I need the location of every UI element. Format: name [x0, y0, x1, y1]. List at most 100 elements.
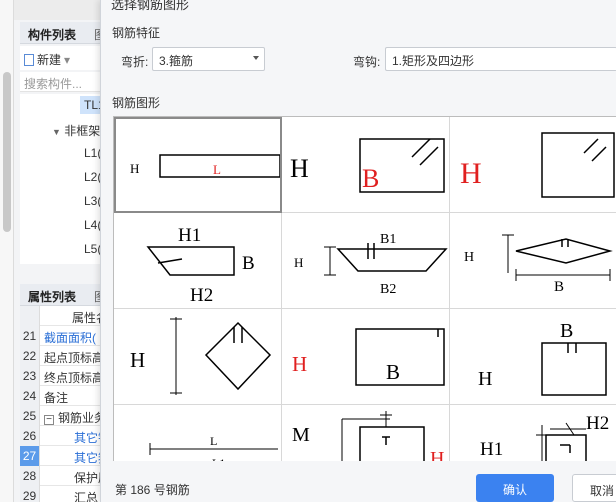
table-row[interactable]: 29 汇总 [20, 486, 100, 502]
shape-cell-trapezoid-a[interactable]: H1 B H2 [114, 213, 282, 309]
rebar-features-label: 钢筋特征 [112, 26, 161, 40]
row-number: 26 [20, 426, 40, 446]
label-h1: H1 [480, 439, 503, 460]
label-h: H [130, 348, 145, 372]
property-name: 其它箍 [74, 451, 100, 465]
table-row[interactable]: 24 备注 [20, 386, 100, 406]
component-list-header: 构件列表 图 [20, 22, 100, 44]
property-name: 其它钢 [74, 431, 100, 445]
shape-cell-rect-m[interactable]: M H [282, 405, 450, 461]
hook-select[interactable]: 1.矩形及四边形 [385, 47, 616, 71]
table-row[interactable]: 25−钢筋业务 [20, 406, 100, 426]
collapse-icon[interactable]: − [44, 415, 54, 425]
label-h: H [292, 352, 307, 376]
label-b1: B1 [380, 232, 396, 247]
tree-item[interactable]: L3( [84, 194, 100, 208]
property-name: 起点顶标高 [44, 351, 100, 365]
rect-hook-shape: H B [290, 138, 445, 193]
straight-bar-shape: H L [130, 154, 280, 178]
cancel-button[interactable]: 取消 [572, 474, 616, 502]
new-button[interactable]: 新建 [37, 53, 61, 67]
component-search-input[interactable]: 搜索构件... [20, 72, 100, 92]
row-number: 29 [20, 486, 40, 502]
tree-item-selected[interactable]: TL1 [80, 96, 100, 114]
rect-m-shape: M H [292, 411, 444, 461]
label-l: L [213, 162, 221, 177]
dialog-title: 选择钢筋图形 [111, 0, 190, 12]
row-number: 28 [20, 466, 40, 486]
top-strip [14, 0, 100, 20]
rebar-number-status: 第 186 号钢筋 [115, 483, 190, 497]
table-row[interactable]: 26 其它钢 [20, 426, 100, 446]
bend-label: 弯折: [121, 55, 149, 69]
shape-cell-rect-hook-a[interactable]: H B [282, 117, 450, 213]
table-row[interactable]: 23 终点顶标高 [20, 366, 100, 386]
property-name: 钢筋业务 [58, 411, 100, 425]
row-number: 22 [20, 346, 40, 366]
vertical-scrollbar[interactable] [0, 0, 14, 502]
label-h: H [116, 460, 125, 461]
property-list-title: 属性列表 [28, 290, 77, 304]
property-name: 保护层 [74, 471, 100, 485]
label-b: B [386, 360, 400, 384]
hook-label: 弯钩: [353, 55, 381, 69]
label-m: M [292, 424, 310, 446]
label-h: H [130, 161, 139, 176]
tree-item[interactable]: L5( [84, 242, 100, 256]
row-number: 24 [20, 386, 40, 406]
bend-select[interactable]: 3.箍筋 [152, 47, 265, 71]
shape-cell-rhombus-a[interactable]: H B [450, 213, 616, 309]
shape-cell-rect-h1h2[interactable]: H1 H2 [450, 405, 616, 461]
label-b: B [242, 253, 255, 274]
tree-group[interactable]: ▼ 非框架 [52, 122, 100, 139]
row-number: 23 [20, 366, 40, 386]
table-row[interactable]: 27 其它箍 [20, 446, 100, 466]
rectangle-shape: B H [478, 320, 607, 396]
row-number-header [20, 306, 40, 326]
new-file-icon [24, 54, 34, 66]
component-tree: TL1 ▼ 非框架 L1( L2( L3( L4( L5( [20, 94, 100, 264]
shape-cell-straight[interactable]: H L [114, 117, 282, 213]
row-number: 25 [20, 406, 40, 426]
table-row[interactable]: 21 截面面积( [20, 326, 100, 346]
property-name-header: 属性名 [72, 311, 100, 325]
shape-cell-rect-a[interactable]: H B [282, 309, 450, 405]
background-app: 构件列表 图 新建▾ 搜索构件... TL1 ▼ 非框架 L1( L2( L3(… [0, 0, 100, 502]
rhombus-shape: H [130, 317, 272, 395]
property-name: 备注 [44, 391, 69, 405]
label-h: H [460, 157, 482, 190]
expand-arrow-icon[interactable]: ▼ [52, 127, 61, 137]
label-l: L [210, 434, 217, 448]
shape-cell-rect-hook-b[interactable]: H [450, 117, 616, 213]
shape-cell-rhombus-b[interactable]: H [114, 309, 282, 405]
table-row[interactable]: 28 保护层 [20, 466, 100, 486]
label-h: H [478, 368, 492, 390]
hook-select-value: 1.矩形及四边形 [392, 54, 475, 68]
label-h: H [290, 154, 309, 183]
label-h2: H2 [586, 413, 609, 434]
row-number: 27 [20, 446, 40, 466]
label-h2: H2 [190, 285, 213, 306]
chevron-down-icon [253, 56, 259, 60]
shape-cell-trapezoid-b[interactable]: H B1 B2 [282, 213, 450, 309]
open-rect-shape: L L1 H [116, 434, 278, 461]
rhombus-shape: H B [464, 234, 613, 295]
rebar-shape-grid: H L H B H H1 B H2 H B1 B2 H B H H B B H … [113, 116, 616, 461]
tree-item[interactable]: L4( [84, 218, 100, 232]
rebar-shapes-label: 钢筋图形 [112, 96, 161, 110]
component-toolbar: 新建 ▾ [20, 46, 100, 70]
tree-item[interactable]: L2( [84, 170, 100, 184]
scrollbar-thumb[interactable] [3, 72, 11, 232]
property-table: 属性名 21 截面面积( 22 起点顶标高 23 终点顶标高 24 备注 25−钢筋业务… [20, 306, 100, 502]
chevron-down-icon[interactable]: ▾ [64, 53, 70, 67]
tree-item[interactable]: L1( [84, 146, 100, 160]
shape-cell-open-rect[interactable]: L L1 H [114, 405, 282, 461]
row-number: 21 [20, 326, 40, 346]
rect-hook-shape: H [460, 132, 615, 198]
confirm-button[interactable]: 确认 [476, 474, 554, 502]
label-b: B [554, 279, 564, 295]
shape-cell-rect-b[interactable]: B H [450, 309, 616, 405]
table-row[interactable]: 22 起点顶标高 [20, 346, 100, 366]
label-h: H [294, 255, 303, 270]
label-b: B [560, 320, 573, 342]
